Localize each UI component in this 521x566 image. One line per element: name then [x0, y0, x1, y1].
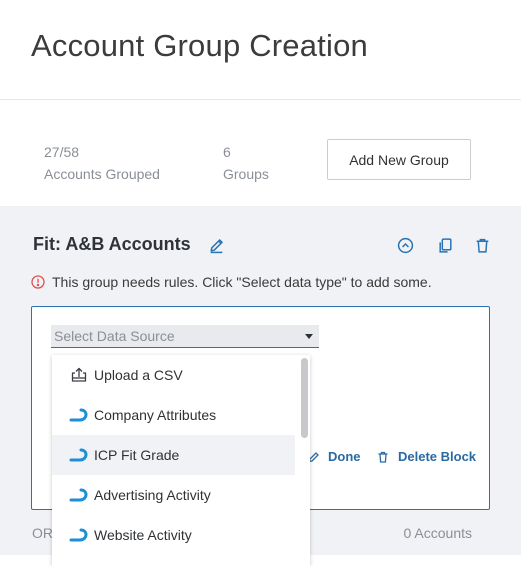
or-separator: OR: [32, 525, 53, 541]
dropdown-item-label: Company Attributes: [94, 407, 217, 423]
pencil-icon[interactable]: [206, 235, 226, 255]
brand-swoosh-icon: [67, 446, 91, 464]
brand-swoosh-icon: [67, 486, 91, 504]
dropdown-item-label: Upload a CSV: [94, 367, 183, 383]
delete-block-label: Delete Block: [398, 449, 477, 464]
dropdown-item-company-attributes[interactable]: Company Attributes: [52, 395, 295, 435]
dropdown-item-icp-fit-grade[interactable]: ICP Fit Grade: [52, 435, 295, 475]
dropdown-item-label: Advertising Activity: [94, 487, 211, 503]
accounts-grouped-label: Accounts Grouped: [44, 166, 160, 182]
data-source-dropdown: Upload a CSV Company Attributes ICP Fit …: [52, 355, 310, 566]
rules-warning: This group needs rules. Click "Select da…: [31, 274, 432, 290]
add-new-group-button[interactable]: Add New Group: [327, 139, 471, 180]
accounts-grouped-value: 27/58: [44, 144, 80, 160]
warning-circle-icon: [31, 275, 45, 289]
upload-icon: [67, 366, 91, 384]
page-header: Account Group Creation: [0, 0, 521, 100]
trash-small-icon: [378, 451, 388, 463]
groups-label: Groups: [223, 166, 269, 182]
scrollbar-thumb[interactable]: [301, 358, 308, 438]
trash-icon[interactable]: [472, 235, 492, 255]
done-button[interactable]: Done: [308, 449, 361, 464]
brand-swoosh-icon: [67, 406, 91, 424]
caret-down-icon: [305, 334, 313, 339]
accounts-count: 0 Accounts: [403, 525, 473, 541]
group-name: Fit: A&B Accounts: [33, 234, 191, 254]
brand-swoosh-icon: [67, 526, 91, 544]
dropdown-item-website-activity[interactable]: Website Activity: [52, 515, 295, 555]
collapse-up-icon[interactable]: [395, 235, 415, 255]
dropdown-item-advertising-activity[interactable]: Advertising Activity: [52, 475, 295, 515]
data-source-select[interactable]: Select Data Source: [51, 325, 319, 348]
groups-value: 6: [223, 144, 231, 160]
dropdown-item-label: ICP Fit Grade: [94, 447, 180, 463]
dropdown-item-label: Website Activity: [94, 527, 192, 543]
accounts-grouped-stat: 27/58 Accounts Grouped: [44, 141, 160, 185]
select-placeholder: Select Data Source: [54, 328, 175, 344]
stats-bar: 27/58 Accounts Grouped 6 Groups Add New …: [0, 101, 521, 206]
delete-block-button[interactable]: Delete Block: [377, 449, 476, 464]
done-label: Done: [328, 449, 361, 464]
page-title: Account Group Creation: [31, 28, 368, 63]
copy-icon[interactable]: [435, 235, 455, 255]
warning-text: This group needs rules. Click "Select da…: [52, 274, 432, 290]
dropdown-scrollbar[interactable]: [301, 358, 308, 563]
groups-stat: 6 Groups: [223, 141, 269, 185]
dropdown-item-upload-csv[interactable]: Upload a CSV: [52, 355, 295, 395]
